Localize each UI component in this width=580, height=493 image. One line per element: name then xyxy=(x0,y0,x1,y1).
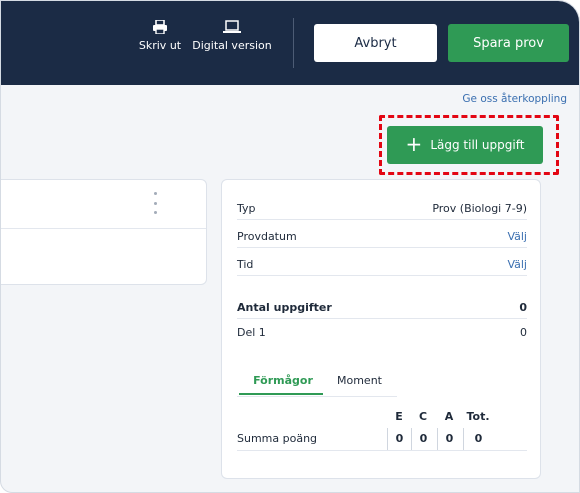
score-sum-label: Summa poäng xyxy=(237,432,318,445)
toolbar-divider xyxy=(293,18,294,68)
score-a-value: 0 xyxy=(437,428,461,450)
tab-formagor[interactable]: Förmågor xyxy=(241,374,325,387)
summary-row-time: Tid Välj xyxy=(237,254,527,276)
task-count-row: Antal uppgifter 0 xyxy=(237,297,527,319)
type-value: Prov (Biologi 7-9) xyxy=(432,202,527,215)
add-task-button[interactable]: + Lägg till uppgift xyxy=(387,126,543,164)
score-header-c: C xyxy=(418,410,428,423)
active-tab-indicator xyxy=(239,393,323,395)
task-count-value: 0 xyxy=(519,301,527,314)
score-header-tot: Tot. xyxy=(466,410,490,423)
part-row: Del 1 0 xyxy=(237,325,527,339)
card-divider xyxy=(1,228,206,229)
plus-icon: + xyxy=(405,132,423,156)
top-toolbar: Skriv ut Digital version Avbryt Spara pr… xyxy=(1,1,579,85)
digital-version-label: Digital version xyxy=(192,39,272,52)
app-frame: Skriv ut Digital version Avbryt Spara pr… xyxy=(0,0,580,493)
date-select-link[interactable]: Välj xyxy=(507,230,527,243)
score-header-a: A xyxy=(444,410,454,423)
add-task-label: Lägg till uppgift xyxy=(430,138,525,152)
score-e-value: 0 xyxy=(387,428,411,450)
printer-icon xyxy=(153,20,167,34)
score-header-e: E xyxy=(395,410,403,423)
print-button[interactable]: Skriv ut xyxy=(137,20,183,52)
summary-row-date: Provdatum Välj xyxy=(237,226,527,248)
cancel-button[interactable]: Avbryt xyxy=(314,24,437,62)
tabs-divider xyxy=(237,396,397,397)
summary-tabs: Förmågor Moment xyxy=(237,370,397,396)
laptop-icon xyxy=(223,20,241,33)
part-value: 0 xyxy=(520,325,527,339)
feedback-link[interactable]: Ge oss återkoppling xyxy=(462,93,567,105)
time-select-link[interactable]: Välj xyxy=(507,258,527,271)
summary-panel: Typ Prov (Biologi 7-9) Provdatum Välj Ti… xyxy=(221,179,541,479)
more-options-icon[interactable] xyxy=(152,192,158,214)
score-total-value: 0 xyxy=(463,428,493,450)
score-c-value: 0 xyxy=(411,428,435,450)
print-label: Skriv ut xyxy=(138,39,182,52)
digital-version-button[interactable]: Digital version xyxy=(190,20,274,52)
summary-row-type: Typ Prov (Biologi 7-9) xyxy=(237,198,527,220)
task-card xyxy=(1,179,207,285)
tab-moment[interactable]: Moment xyxy=(337,374,382,387)
score-divider xyxy=(237,450,527,451)
save-button[interactable]: Spara prov xyxy=(448,24,569,62)
